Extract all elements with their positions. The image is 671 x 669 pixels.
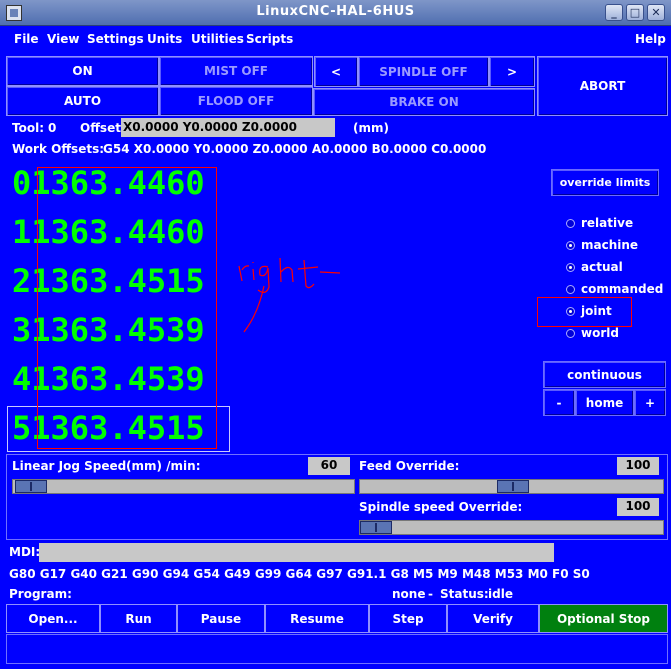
feed-override-value: 100	[617, 457, 659, 475]
linear-jog-units: (mm) /min:	[126, 459, 201, 473]
pause-button[interactable]: Pause	[177, 604, 265, 633]
tool-label: Tool:	[12, 121, 44, 135]
jog-mode-button[interactable]: continuous	[543, 361, 666, 388]
offset-units: (mm)	[353, 121, 389, 135]
dro-axis: 2	[12, 262, 32, 300]
program-separator: -	[428, 587, 433, 601]
feed-override-slider-thumb[interactable]	[497, 480, 529, 493]
jog-minus-button[interactable]: -	[543, 389, 575, 416]
menu-utilities[interactable]: Utilities	[191, 32, 244, 46]
feed-override-slider[interactable]	[359, 479, 664, 494]
resume-button[interactable]: Resume	[265, 604, 369, 633]
spindle-forward-button[interactable]: >	[489, 56, 535, 87]
window-title: LinuxCNC-HAL-6HUS	[256, 4, 415, 19]
linear-jog-slider[interactable]	[12, 479, 355, 494]
linear-jog-value: 60	[308, 457, 350, 475]
radio-label-actual[interactable]: actual	[581, 260, 623, 274]
work-offsets-value: G54 X0.0000 Y0.0000 Z0.0000 A0.0000 B0.0…	[103, 142, 487, 156]
machine-on-button[interactable]: ON	[6, 56, 159, 86]
flood-button[interactable]: FLOOD OFF	[159, 86, 313, 116]
dro-axis: 1	[12, 213, 32, 251]
feed-override-label: Feed Override:	[359, 459, 460, 473]
program-value: none	[392, 587, 426, 601]
title-bar: LinuxCNC-HAL-6HUS _ □ ✕	[0, 0, 671, 26]
radio-commanded[interactable]	[566, 285, 575, 294]
spindle-override-slider[interactable]	[359, 520, 664, 535]
radio-machine[interactable]	[566, 241, 575, 250]
close-icon[interactable]: ✕	[647, 4, 665, 21]
menu-settings[interactable]: Settings	[87, 32, 144, 46]
work-offsets-label: Work Offsets:	[12, 142, 105, 156]
status-label: Status:	[440, 587, 489, 601]
menu-scripts[interactable]: Scripts	[246, 32, 293, 46]
radio-label-world[interactable]: world	[581, 326, 619, 340]
menu-view[interactable]: View	[47, 32, 79, 46]
dro-axis: 0	[12, 164, 32, 202]
menu-file[interactable]: File	[14, 32, 39, 46]
mdi-label: MDI:	[9, 545, 41, 559]
linear-jog-slider-thumb[interactable]	[15, 480, 47, 493]
offset-label: Offset:	[80, 121, 126, 135]
run-button[interactable]: Run	[100, 604, 177, 633]
radio-label-relative[interactable]: relative	[581, 216, 633, 230]
spindle-button[interactable]: SPINDLE OFF	[358, 56, 489, 87]
radio-actual[interactable]	[566, 263, 575, 272]
linear-jog-label: Linear Jog Speed	[12, 459, 127, 473]
status-value: idle	[488, 587, 513, 601]
override-limits-button[interactable]: override limits	[551, 169, 659, 196]
jog-plus-button[interactable]: +	[634, 389, 666, 416]
joint-annotation-box	[537, 297, 632, 327]
gcodes-status: G80 G17 G40 G21 G90 G94 G54 G49 G99 G64 …	[9, 567, 590, 581]
abort-button[interactable]: ABORT	[537, 56, 668, 116]
spindle-reverse-button[interactable]: <	[314, 56, 358, 87]
radio-label-machine[interactable]: machine	[581, 238, 638, 252]
menu-help[interactable]: Help	[635, 32, 666, 46]
open-button[interactable]: Open...	[6, 604, 100, 633]
spindle-override-label: Spindle speed Override:	[359, 500, 523, 514]
optional-stop-button[interactable]: Optional Stop	[539, 604, 668, 633]
radio-relative[interactable]	[566, 219, 575, 228]
radio-label-commanded[interactable]: commanded	[581, 282, 663, 296]
tool-value: 0	[48, 121, 57, 135]
dro-axis: 3	[12, 311, 32, 349]
annotation-scribble	[238, 257, 341, 333]
mdi-input[interactable]	[39, 543, 554, 562]
minimize-icon[interactable]: _	[605, 4, 623, 21]
spindle-override-slider-thumb[interactable]	[360, 521, 392, 534]
maximize-icon[interactable]: □	[626, 4, 644, 21]
step-button[interactable]: Step	[369, 604, 447, 633]
annotation-box	[37, 167, 217, 449]
status-bar	[6, 634, 668, 664]
auto-mode-button[interactable]: AUTO	[6, 86, 159, 116]
menu-bar: File View Settings Units Utilities Scrip…	[0, 26, 671, 52]
spindle-override-value: 100	[617, 498, 659, 516]
menu-units[interactable]: Units	[147, 32, 182, 46]
program-label: Program:	[9, 587, 72, 601]
mist-button[interactable]: MIST OFF	[159, 56, 313, 86]
radio-world[interactable]	[566, 329, 575, 338]
brake-button[interactable]: BRAKE ON	[313, 88, 535, 116]
verify-button[interactable]: Verify	[447, 604, 539, 633]
home-button[interactable]: home	[575, 389, 634, 416]
dro-axis: 4	[12, 360, 32, 398]
offset-field: X0.0000 Y0.0000 Z0.0000	[121, 118, 335, 137]
